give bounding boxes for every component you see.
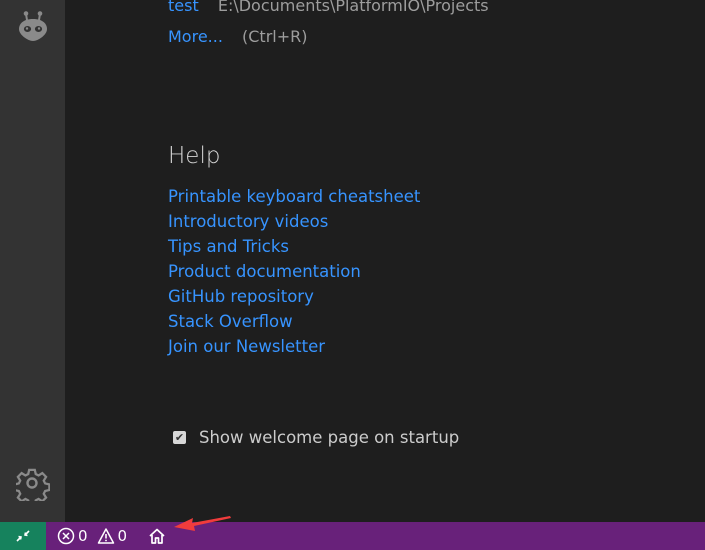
help-link-newsletter[interactable]: Join our Newsletter (168, 337, 325, 356)
recent-more-row: More... (Ctrl+R) (168, 27, 308, 46)
help-link-introductory-videos[interactable]: Introductory videos (168, 212, 328, 231)
show-welcome-label[interactable]: Show welcome page on startup (199, 428, 459, 447)
help-links: Printable keyboard cheatsheet Introducto… (168, 184, 420, 359)
annotation-arrow (174, 516, 231, 531)
help-link-product-documentation[interactable]: Product documentation (168, 262, 361, 281)
error-count: 0 (78, 527, 88, 545)
more-recent-link[interactable]: More... (168, 27, 223, 46)
show-welcome-option: ✔ Show welcome page on startup (173, 428, 459, 447)
help-heading: Help (168, 143, 221, 169)
platformio-alien-icon[interactable] (0, 2, 65, 50)
status-bar: 0 0 (0, 522, 705, 550)
remote-button[interactable] (0, 522, 46, 550)
help-link-stack-overflow[interactable]: Stack Overflow (168, 312, 293, 331)
warning-icon (97, 528, 114, 544)
recent-project-path: E:\Documents\PlatformIO\Projects (217, 0, 489, 15)
home-icon (149, 528, 165, 544)
error-icon (57, 527, 75, 545)
help-link-tips-and-tricks[interactable]: Tips and Tricks (168, 237, 289, 256)
welcome-page: test E:\Documents\PlatformIO\Projects Mo… (65, 0, 705, 522)
gear-icon[interactable] (0, 464, 65, 504)
recent-item: test E:\Documents\PlatformIO\Projects (168, 0, 489, 15)
help-link-github-repository[interactable]: GitHub repository (168, 287, 314, 306)
remote-icon (16, 530, 30, 542)
activity-bar (0, 0, 65, 522)
help-link-keyboard-cheatsheet[interactable]: Printable keyboard cheatsheet (168, 187, 420, 206)
warning-count: 0 (117, 527, 128, 545)
show-welcome-checkbox[interactable]: ✔ (173, 431, 186, 444)
recent-project-link[interactable]: test (168, 0, 199, 15)
platformio-home-button[interactable] (148, 522, 166, 550)
more-recent-shortcut: (Ctrl+R) (242, 27, 308, 46)
problems-indicator[interactable]: 0 0 (57, 522, 127, 550)
